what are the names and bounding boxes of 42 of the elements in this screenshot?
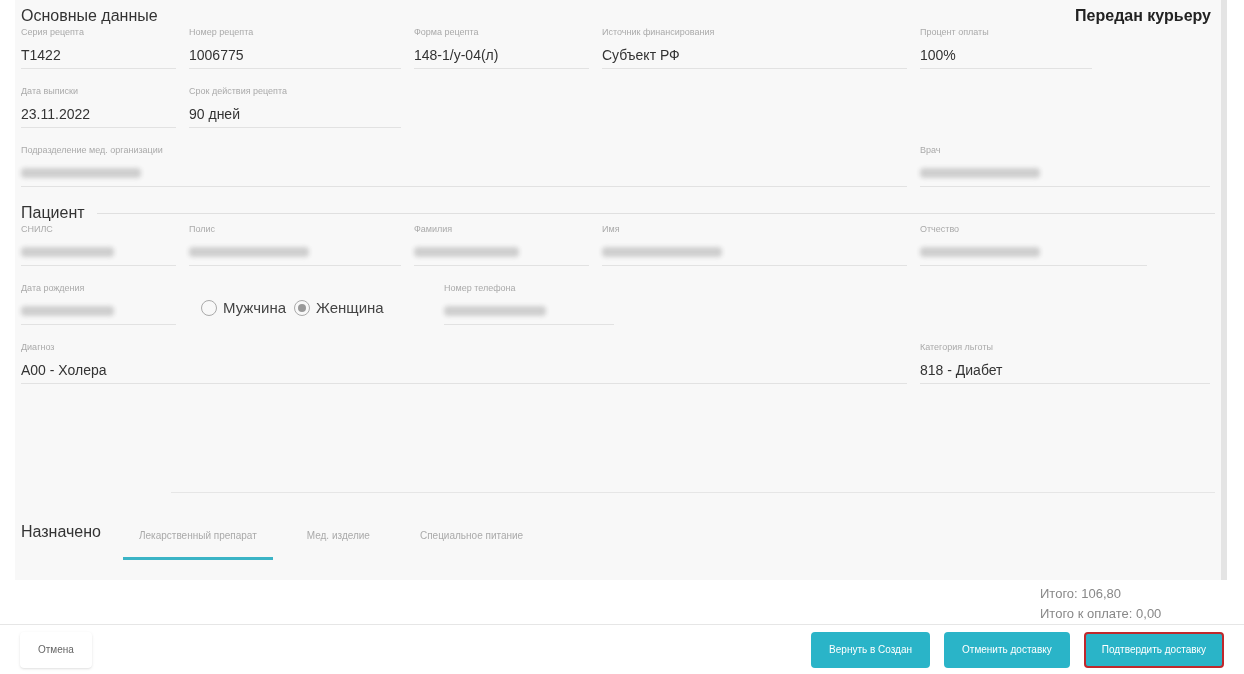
field-label: Имя	[602, 223, 621, 235]
field-value: A00 - Холера	[21, 361, 108, 379]
field-label: Серия рецепта	[21, 26, 85, 38]
field-label: Номер рецепта	[189, 26, 255, 38]
field-value: 90 дней	[189, 105, 241, 123]
tab[interactable]: Мед. изделие	[290, 528, 386, 560]
total-text: Итого: 106,80	[1040, 586, 1122, 602]
tab[interactable]: Специальное питание	[403, 528, 540, 560]
field-value: T1422	[21, 46, 62, 64]
gender-radio[interactable]: Женщина	[294, 296, 384, 319]
field-label: Дата выписки	[21, 85, 80, 97]
field-label: Полис	[189, 223, 217, 235]
field-label: Процент оплаты	[920, 26, 990, 38]
action-button[interactable]: Вернуть в Создан	[811, 631, 931, 668]
gender-radio[interactable]: Мужчина	[201, 296, 287, 319]
action-button[interactable]: Подтвердить доставку	[1083, 631, 1224, 668]
field-value: 100%	[920, 46, 957, 64]
field-value: 1006775	[189, 46, 245, 64]
field-label: Форма рецепта	[414, 26, 480, 38]
action-button[interactable]: Отменить доставку	[944, 631, 1070, 668]
field-value: 148-1/у-04(л)	[414, 46, 500, 64]
field-label: Подразделение мед. организации	[21, 144, 164, 156]
field-label: Врач	[920, 144, 942, 156]
field-label: Номер телефона	[444, 282, 517, 294]
field-label: Диагноз	[21, 341, 56, 353]
field-label: Фамилия	[414, 223, 454, 235]
field-label: Отчество	[920, 223, 961, 235]
field-value: 818 - Диабет	[920, 361, 1004, 379]
field-label: Срок действия рецепта	[189, 85, 288, 97]
section-title: Основные данные	[21, 6, 158, 26]
section-title: Назначено	[21, 522, 101, 542]
tab[interactable]: Лекарственный препарат	[122, 528, 273, 560]
field-label: СНИЛС	[21, 223, 54, 235]
total-text: Итого к оплате: 0,00	[1040, 606, 1162, 622]
status-label: Передан курьеру	[1075, 6, 1211, 26]
section-title: Пациент	[21, 203, 85, 223]
field-value: Субъект РФ	[602, 46, 681, 64]
field-label: Дата рождения	[21, 282, 86, 294]
field-label: Источник финансирования	[602, 26, 716, 38]
field-value: 23.11.2022	[21, 105, 92, 123]
field-label: Категория льготы	[920, 341, 994, 353]
cancel-button[interactable]: Отмена	[20, 631, 92, 668]
